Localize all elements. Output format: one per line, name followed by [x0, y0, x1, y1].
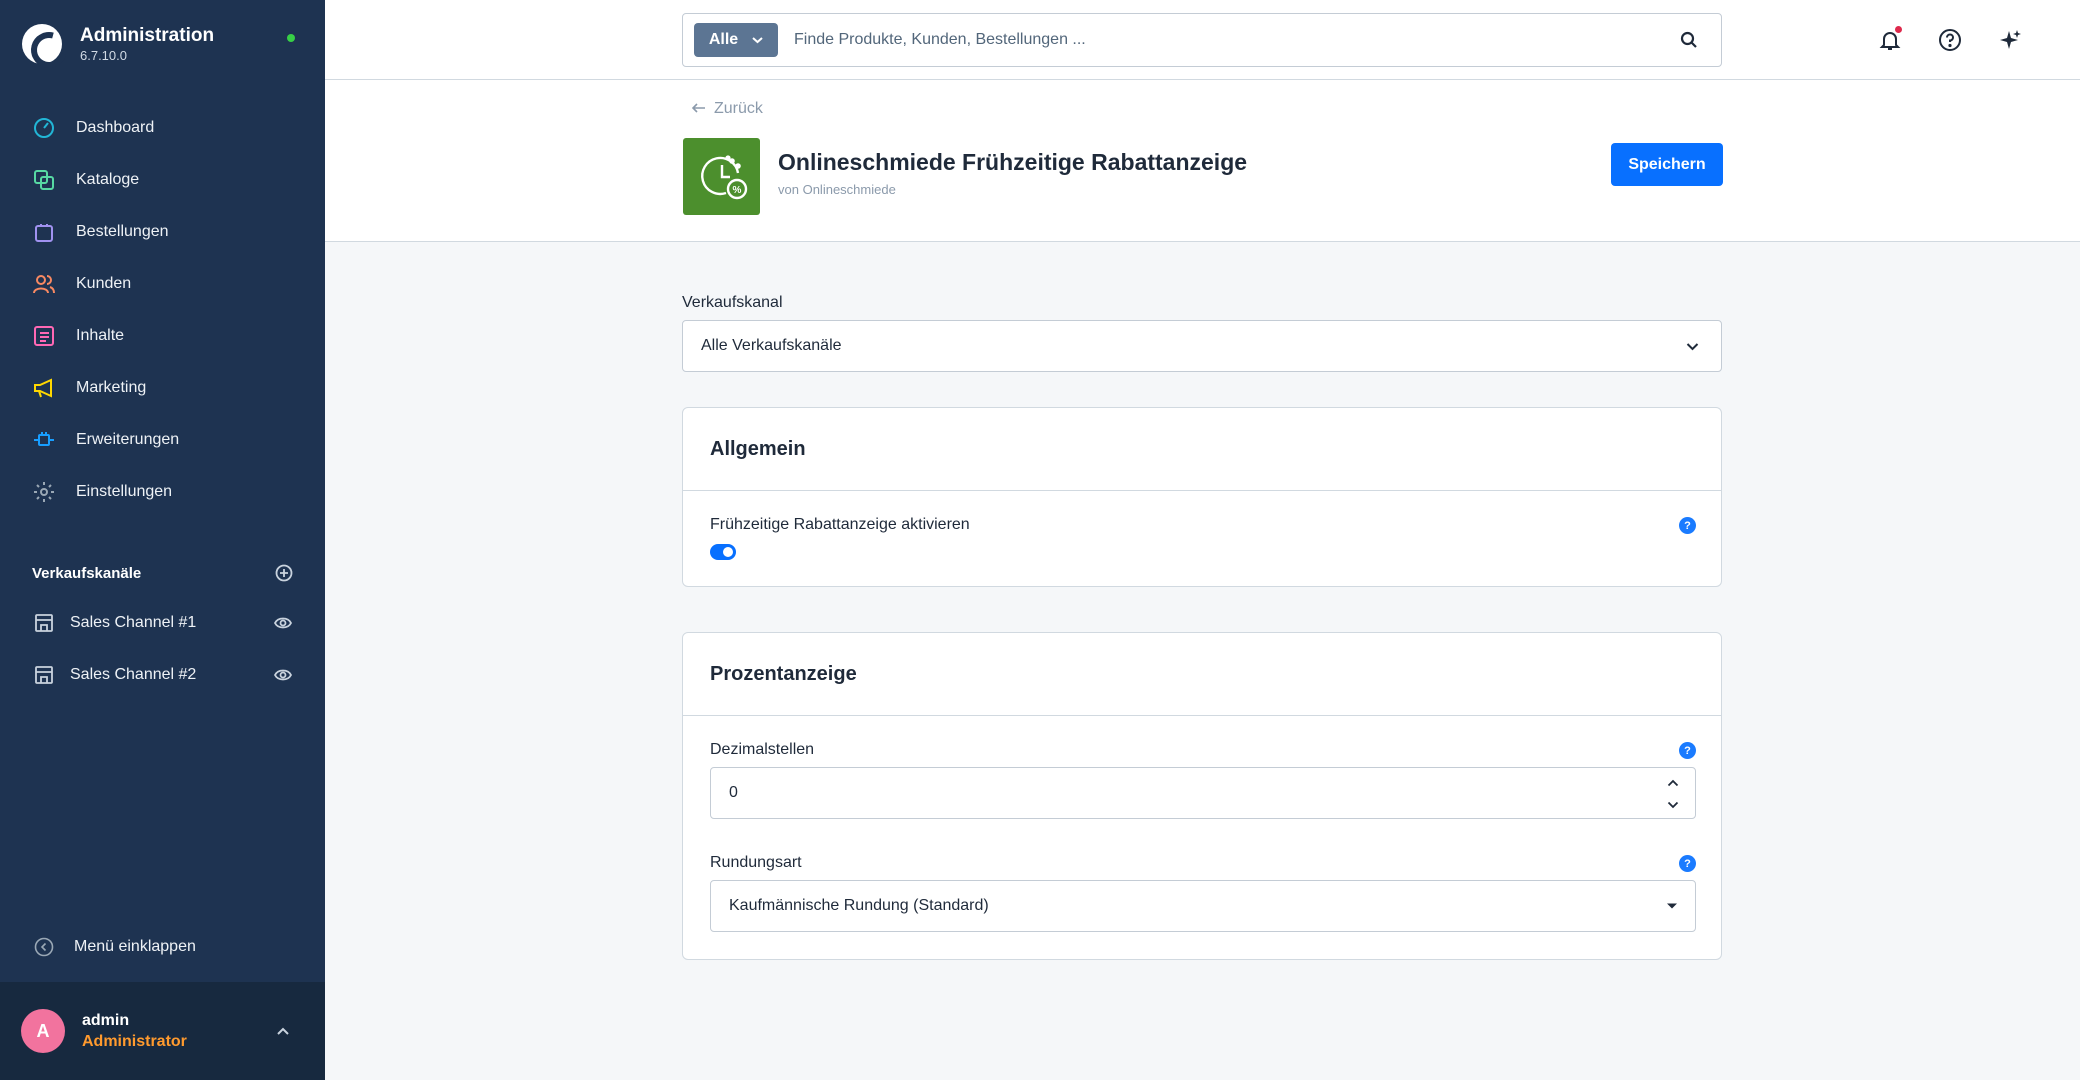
nav-label: Erweiterungen	[76, 431, 180, 448]
avatar: A	[21, 1009, 65, 1053]
brand-title: Administration	[80, 25, 215, 46]
catalog-icon	[32, 168, 56, 192]
chevron-up-icon[interactable]	[274, 1022, 292, 1040]
rounding-value: Kaufmännische Rundung (Standard)	[729, 897, 989, 914]
nav-item-erweiterungen[interactable]: Erweiterungen	[0, 414, 325, 466]
plugin-icon: %	[683, 138, 760, 215]
discount-toggle[interactable]	[710, 544, 736, 560]
rounding-select[interactable]: Kaufmännische Rundung (Standard)	[710, 880, 1696, 932]
chevron-left-circle-icon	[32, 935, 56, 959]
content-icon	[32, 324, 56, 348]
nav-item-bestellungen[interactable]: Bestellungen	[0, 206, 325, 258]
storefront-icon	[32, 611, 56, 635]
chevron-down-icon	[1683, 337, 1701, 355]
page-header: Zurück % Onlineschmiede Frühzeitige Raba…	[325, 80, 2080, 242]
bell-icon[interactable]	[1877, 26, 1903, 53]
svg-text:%: %	[732, 185, 741, 196]
sales-channel-label: Sales Channel #1	[70, 614, 197, 631]
nav-item-kataloge[interactable]: Kataloge	[0, 154, 325, 206]
sidebar: Administration 6.7.10.0 Dashboard Katalo…	[0, 0, 325, 1080]
nav-label: Marketing	[76, 379, 147, 396]
page-title: Onlineschmiede Frühzeitige Rabattanzeige	[778, 149, 1248, 175]
notification-dot	[1895, 26, 1902, 33]
nav-item-marketing[interactable]: Marketing	[0, 362, 325, 414]
nav-label: Dashboard	[76, 119, 155, 136]
help-circle-icon[interactable]	[1937, 27, 1963, 53]
back-label: Zurück	[714, 100, 763, 117]
storefront-icon	[32, 663, 56, 687]
sales-channel-item[interactable]: Sales Channel #2	[0, 649, 325, 701]
decimals-value: 0	[729, 784, 738, 801]
chevron-up-icon[interactable]	[1667, 774, 1679, 792]
sales-channel-item[interactable]: Sales Channel #1	[0, 597, 325, 649]
toggle-label: Frühzeitige Rabattanzeige aktivieren	[710, 516, 970, 533]
nav-label: Bestellungen	[76, 223, 169, 240]
sales-channels-title: Verkaufskanäle	[32, 564, 142, 582]
plugin-vendor: von Onlineschmiede	[778, 182, 896, 197]
sales-channel-list: Sales Channel #1 Sales Channel #2	[0, 597, 325, 701]
search-icon[interactable]	[1677, 28, 1701, 52]
card-general: Allgemein Frühzeitige Rabattanzeige akti…	[682, 407, 1722, 587]
arrow-left-icon	[691, 100, 706, 118]
user-name: admin	[82, 1011, 130, 1029]
chevron-down-icon[interactable]	[1667, 796, 1679, 814]
global-search: Alle	[682, 13, 1722, 67]
quantity-stepper[interactable]	[1665, 774, 1681, 814]
search-input[interactable]	[794, 31, 1677, 49]
eye-icon[interactable]	[273, 665, 293, 685]
decimals-input[interactable]: 0	[710, 767, 1696, 819]
vendor-prefix: von	[778, 182, 799, 197]
user-menu[interactable]: A admin Administrator	[0, 982, 325, 1080]
collapse-menu-button[interactable]: Menü einklappen	[32, 935, 196, 959]
shopware-logo-icon	[22, 24, 62, 64]
help-icon[interactable]: ?	[1679, 742, 1696, 759]
nav-label: Inhalte	[76, 327, 125, 344]
main-nav: Dashboard Kataloge Bestellungen Kunden I…	[0, 102, 325, 518]
nav-item-kunden[interactable]: Kunden	[0, 258, 325, 310]
sales-channel-label: Sales Channel #2	[70, 666, 197, 683]
users-icon	[32, 272, 56, 296]
status-dot	[287, 34, 295, 42]
sales-channel-value: Alle Verkaufskanäle	[701, 337, 842, 354]
sales-channel-label: Verkaufskanal	[682, 294, 783, 311]
help-icon[interactable]: ?	[1679, 517, 1696, 534]
chevron-down-icon	[752, 31, 763, 49]
decimals-label: Dezimalstellen	[710, 741, 815, 758]
sales-channel-select[interactable]: Alle Verkaufskanäle	[682, 320, 1722, 372]
nav-label: Einstellungen	[76, 483, 173, 500]
sales-channels-header: Verkaufskanäle	[32, 563, 294, 583]
nav-item-dashboard[interactable]: Dashboard	[0, 102, 325, 154]
nav-label: Kataloge	[76, 171, 140, 188]
shopping-bag-icon	[32, 220, 56, 244]
card-title: Prozentanzeige	[683, 633, 1721, 716]
back-link[interactable]: Zurück	[691, 100, 763, 118]
search-type-label: Alle	[708, 31, 739, 48]
chevron-down-icon	[1663, 897, 1681, 915]
eye-icon[interactable]	[273, 613, 293, 633]
card-percent: Prozentanzeige Dezimalstellen ? 0 Rundun…	[682, 632, 1722, 960]
add-sales-channel-icon[interactable]	[274, 563, 294, 583]
user-role: Administrator	[82, 1032, 187, 1050]
megaphone-icon	[32, 376, 56, 400]
nav-item-einstellungen[interactable]: Einstellungen	[0, 466, 325, 518]
plug-icon	[32, 428, 56, 452]
brand[interactable]: Administration 6.7.10.0	[22, 24, 214, 64]
nav-item-inhalte[interactable]: Inhalte	[0, 310, 325, 362]
gear-icon	[32, 480, 56, 504]
gauge-icon	[32, 116, 56, 140]
save-button[interactable]: Speichern	[1611, 143, 1723, 186]
sparkles-icon[interactable]	[1998, 27, 2024, 53]
nav-label: Kunden	[76, 275, 132, 292]
brand-version: 6.7.10.0	[80, 48, 127, 63]
rounding-label: Rundungsart	[710, 854, 802, 871]
topbar: Alle	[325, 0, 2080, 80]
vendor-name[interactable]: Onlineschmiede	[803, 182, 896, 197]
card-title: Allgemein	[683, 408, 1721, 491]
collapse-menu-label: Menü einklappen	[74, 938, 196, 955]
help-icon[interactable]: ?	[1679, 855, 1696, 872]
search-type-select[interactable]: Alle	[694, 23, 778, 57]
